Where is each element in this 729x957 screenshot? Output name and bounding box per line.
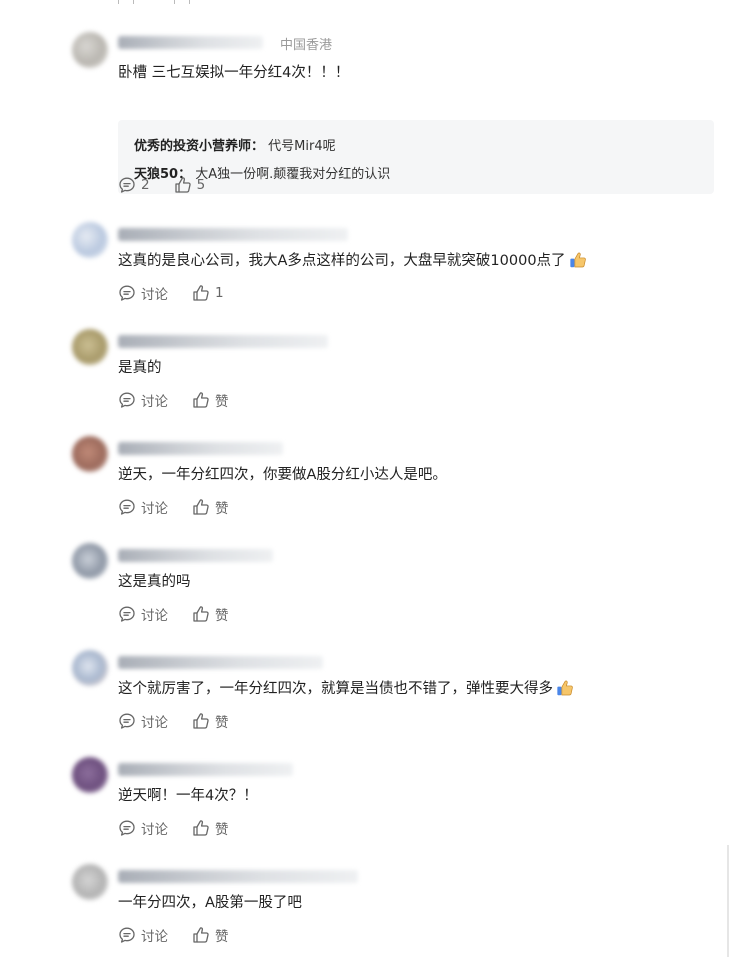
speech-bubble-icon: [118, 284, 136, 302]
like-button[interactable]: 赞: [192, 818, 229, 838]
comment-actions: 讨论 赞: [118, 925, 229, 945]
comment-button[interactable]: 2: [118, 176, 150, 194]
avatar[interactable]: [72, 543, 108, 579]
username-blurred[interactable]: [118, 763, 293, 776]
comment-actions: 讨论 赞: [118, 818, 229, 838]
avatar[interactable]: [72, 757, 108, 793]
comment-actions: 讨论 赞: [118, 497, 229, 517]
like-label: 赞: [215, 608, 229, 624]
discuss-button[interactable]: 讨论: [118, 604, 168, 624]
discuss-button[interactable]: 讨论: [118, 497, 168, 517]
speech-bubble-icon: [118, 391, 136, 409]
ip-location: 中国香港: [280, 38, 333, 53]
like-count: 5: [196, 177, 206, 193]
like-label: 赞: [215, 929, 229, 945]
comment-text: 这个就厉害了，一年分红四次，就算是当债也不错了，弹性要大得多: [118, 677, 574, 698]
discuss-label: 讨论: [141, 608, 168, 624]
reply-author[interactable]: 优秀的投资小营养师: [134, 139, 251, 154]
discuss-button[interactable]: 讨论: [118, 925, 168, 945]
comment-actions: 讨论 1: [118, 283, 224, 303]
thumbs-up-icon: [174, 176, 192, 194]
username-blurred[interactable]: [118, 36, 263, 49]
comment-text: 一年分四次，A股第一股了吧: [118, 895, 302, 911]
like-label: 赞: [215, 715, 229, 731]
username-blurred[interactable]: [118, 335, 328, 348]
reply-item[interactable]: 优秀的投资小营养师： 代号Mir4呢: [134, 135, 336, 154]
reply-text: 大A独一份啊.颠覆我对分红的认识: [195, 167, 391, 182]
speech-bubble-icon: [118, 176, 136, 194]
speech-bubble-icon: [118, 819, 136, 837]
speech-bubble-icon: [118, 926, 136, 944]
username-blurred[interactable]: [118, 656, 323, 669]
discuss-button[interactable]: 讨论: [118, 390, 168, 410]
comment-actions: 2 5: [118, 176, 205, 194]
discuss-button[interactable]: 讨论: [118, 711, 168, 731]
speech-bubble-icon: [118, 712, 136, 730]
comment-text: 卧槽 三七互娱拟一年分红4次！！！: [118, 65, 350, 81]
discuss-button[interactable]: 讨论: [118, 818, 168, 838]
avatar[interactable]: [72, 864, 108, 900]
like-button[interactable]: 赞: [192, 925, 229, 945]
avatar[interactable]: [72, 436, 108, 472]
thumbs-up-icon: [192, 498, 210, 516]
comment-text: 这是真的吗: [118, 574, 191, 590]
reply-separator: ：: [251, 139, 265, 154]
avatar[interactable]: [72, 329, 108, 365]
comment-actions: 讨论 赞: [118, 711, 229, 731]
avatar[interactable]: [72, 222, 108, 258]
thumbs-up-icon: [192, 712, 210, 730]
comment-text: 是真的: [118, 360, 162, 376]
thumbs-up-icon: [192, 391, 210, 409]
reply-text: 代号Mir4呢: [268, 139, 336, 154]
like-label: 赞: [215, 394, 229, 410]
previous-comment-actions-fragment: [118, 0, 230, 4]
comment-actions: 讨论 赞: [118, 604, 229, 624]
comment-text: 逆天啊！一年4次？！: [118, 788, 258, 804]
like-button[interactable]: 5: [174, 176, 206, 194]
thumbs-up-emoji: [556, 679, 574, 697]
like-button[interactable]: 赞: [192, 604, 229, 624]
like-button[interactable]: 赞: [192, 390, 229, 410]
comment-count: 2: [141, 177, 150, 193]
avatar[interactable]: [72, 32, 108, 68]
thumbs-up-icon: [192, 926, 210, 944]
thumbs-up-emoji: [569, 251, 587, 269]
username-blurred[interactable]: [118, 228, 348, 241]
username-blurred[interactable]: [118, 549, 273, 562]
avatar[interactable]: [72, 650, 108, 686]
discuss-button[interactable]: 讨论: [118, 283, 168, 303]
like-label: 赞: [215, 501, 229, 517]
discuss-label: 讨论: [141, 287, 168, 303]
discuss-label: 讨论: [141, 929, 168, 945]
speech-bubble-icon: [118, 498, 136, 516]
thumbs-up-icon: [192, 284, 210, 302]
discuss-label: 讨论: [141, 394, 168, 410]
like-button[interactable]: 赞: [192, 497, 229, 517]
comment-text: 这真的是良心公司，我大A多点这样的公司，大盘早就突破10000点了: [118, 249, 587, 270]
like-count: 1: [215, 285, 224, 301]
replies-box[interactable]: 优秀的投资小营养师： 代号Mir4呢 天狼50： 大A独一份啊.颠覆我对分红的认…: [118, 120, 714, 194]
username-blurred[interactable]: [118, 870, 358, 883]
speech-bubble-icon: [118, 605, 136, 623]
like-button[interactable]: 赞: [192, 711, 229, 731]
like-label: 赞: [215, 822, 229, 838]
thumbs-up-icon: [192, 605, 210, 623]
username-blurred[interactable]: [118, 442, 283, 455]
discuss-label: 讨论: [141, 715, 168, 731]
comment-text: 逆天，一年分红四次，你要做A股分红小达人是吧。: [118, 467, 447, 483]
like-button[interactable]: 1: [192, 284, 224, 302]
discuss-label: 讨论: [141, 822, 168, 838]
thumbs-up-icon: [192, 819, 210, 837]
comment-actions: 讨论 赞: [118, 390, 229, 410]
discuss-label: 讨论: [141, 501, 168, 517]
